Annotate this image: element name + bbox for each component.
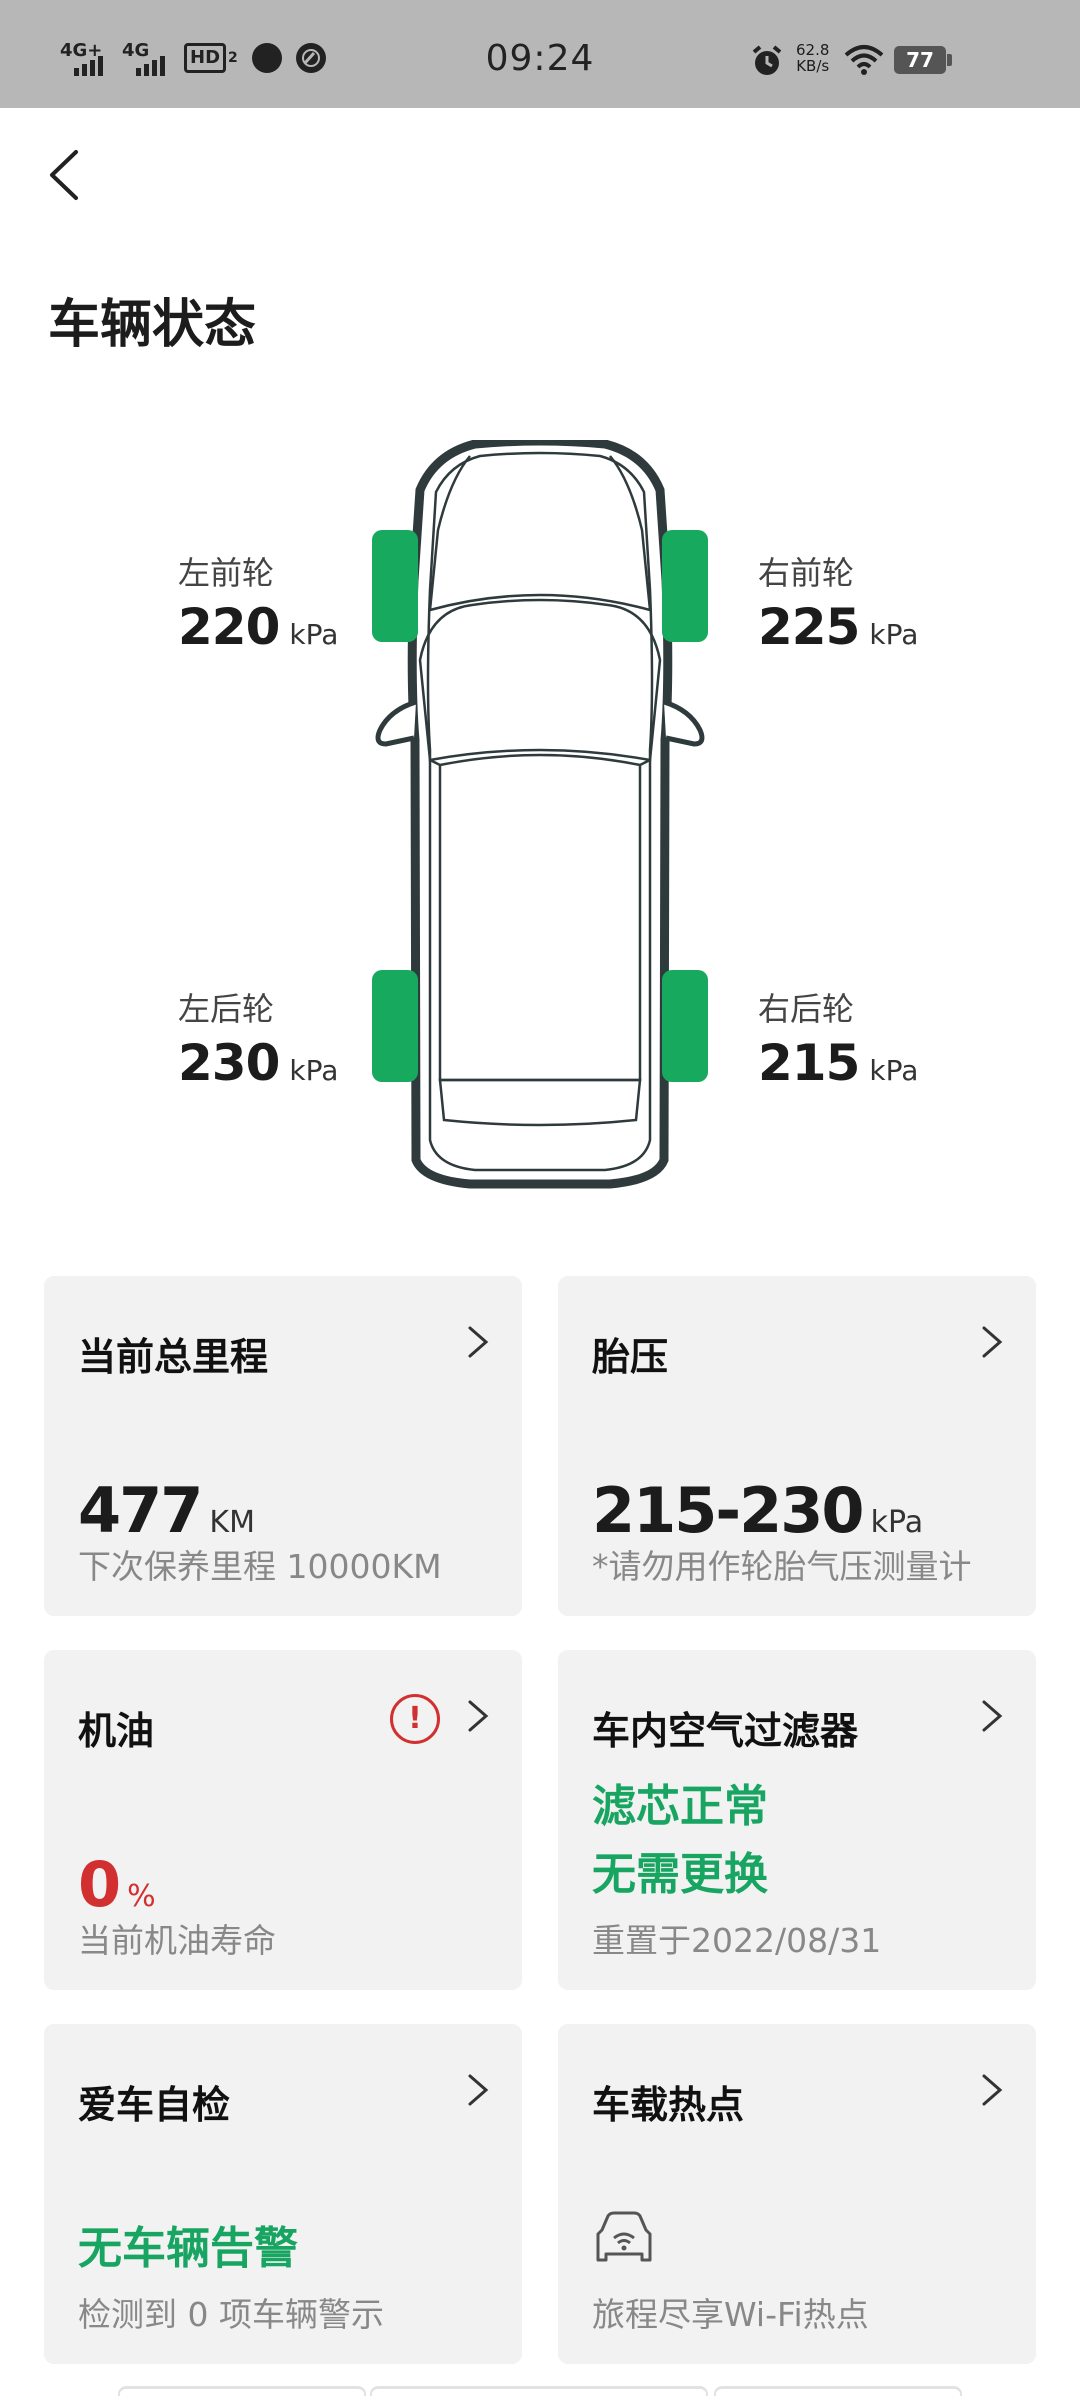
- tire-label-rear-right: 右后轮: [758, 990, 855, 1028]
- tire-label-front-right: 右前轮: [758, 554, 855, 592]
- hotspot-description: 旅程尽享Wi-Fi热点: [592, 2295, 869, 2334]
- hotspot-card[interactable]: 车载热点 旅程尽享Wi-Fi热点: [558, 2024, 1036, 2364]
- car-diagram: [372, 440, 708, 1189]
- tire-label-front-left: 左前轮: [178, 554, 275, 592]
- right-mirror: [663, 699, 705, 747]
- card-title: 爱车自检: [78, 2083, 231, 2127]
- chevron-right-icon: [982, 1700, 1003, 1732]
- tire-pressure-card[interactable]: 胎压 215-230 kPa *请勿用作轮胎气压测量计: [558, 1276, 1036, 1616]
- alarm-icon: [752, 45, 782, 75]
- mileage-card[interactable]: 当前总里程 477 KM 下次保养里程 10000KM: [44, 1276, 522, 1616]
- next-row-card-edge: [714, 2386, 962, 2396]
- next-row-card-edge: [118, 2386, 366, 2396]
- net-speed: 62.8 KB/s: [796, 41, 830, 75]
- tire-value-rear-right: 215 kPa: [758, 1034, 919, 1092]
- oil-card[interactable]: 机油 ! 0% 当前机油寿命: [44, 1650, 522, 1990]
- self-check-summary: 检测到 0 项车辆警示: [78, 2295, 384, 2334]
- tire-pressure-note: *请勿用作轮胎气压测量计: [592, 1547, 972, 1586]
- tire-value-front-left: 220 kPa: [178, 598, 339, 656]
- card-title: 当前总里程: [78, 1335, 269, 1379]
- tire-rear-right: [662, 970, 708, 1082]
- chevron-right-icon: [982, 2074, 1003, 2106]
- car-wifi-icon: [596, 2211, 652, 2262]
- next-row-card-edge: [370, 2386, 708, 2396]
- warning-icon: !: [390, 1694, 440, 1744]
- status-bar: 4G+ 4G HD 2 09:24 62.8 KB/s 77: [0, 0, 1080, 108]
- self-check-status: 无车辆告警: [78, 2223, 298, 2274]
- filter-reset-date: 重置于2022/08/31: [592, 1921, 882, 1960]
- back-button[interactable]: [40, 140, 90, 210]
- card-title: 机油: [78, 1709, 155, 1753]
- tire-rear-left: [372, 970, 418, 1082]
- tire-value-front-right: 225 kPa: [758, 598, 919, 656]
- card-title: 胎压: [592, 1335, 669, 1379]
- chevron-right-icon: [468, 2074, 489, 2106]
- car-body-outline: [407, 440, 673, 1189]
- air-filter-card[interactable]: 车内空气过滤器 滤芯正常 无需更换 重置于2022/08/31: [558, 1650, 1036, 1990]
- tire-label-rear-left: 左后轮: [178, 990, 275, 1028]
- page-title: 车辆状态: [48, 295, 257, 355]
- tire-value-rear-left: 230 kPa: [178, 1034, 339, 1092]
- oil-life-label: 当前机油寿命: [78, 1921, 276, 1960]
- self-check-card[interactable]: 爱车自检 无车辆告警 检测到 0 项车辆警示: [44, 2024, 522, 2364]
- tire-front-right: [662, 530, 708, 642]
- chevron-right-icon: [468, 1326, 489, 1358]
- left-mirror: [375, 699, 417, 747]
- chevron-right-icon: [982, 1326, 1003, 1358]
- filter-status-1: 滤芯正常: [592, 1781, 768, 1832]
- wifi-icon: [844, 45, 884, 75]
- tire-front-left: [372, 530, 418, 642]
- chevron-right-icon: [468, 1700, 489, 1732]
- filter-status-2: 无需更换: [592, 1849, 768, 1900]
- card-title: 车载热点: [592, 2083, 745, 2127]
- next-service-text: 下次保养里程 10000KM: [78, 1547, 442, 1586]
- battery-icon: 77: [894, 46, 954, 76]
- chevron-left-icon: [50, 150, 78, 200]
- card-title: 车内空气过滤器: [592, 1709, 859, 1753]
